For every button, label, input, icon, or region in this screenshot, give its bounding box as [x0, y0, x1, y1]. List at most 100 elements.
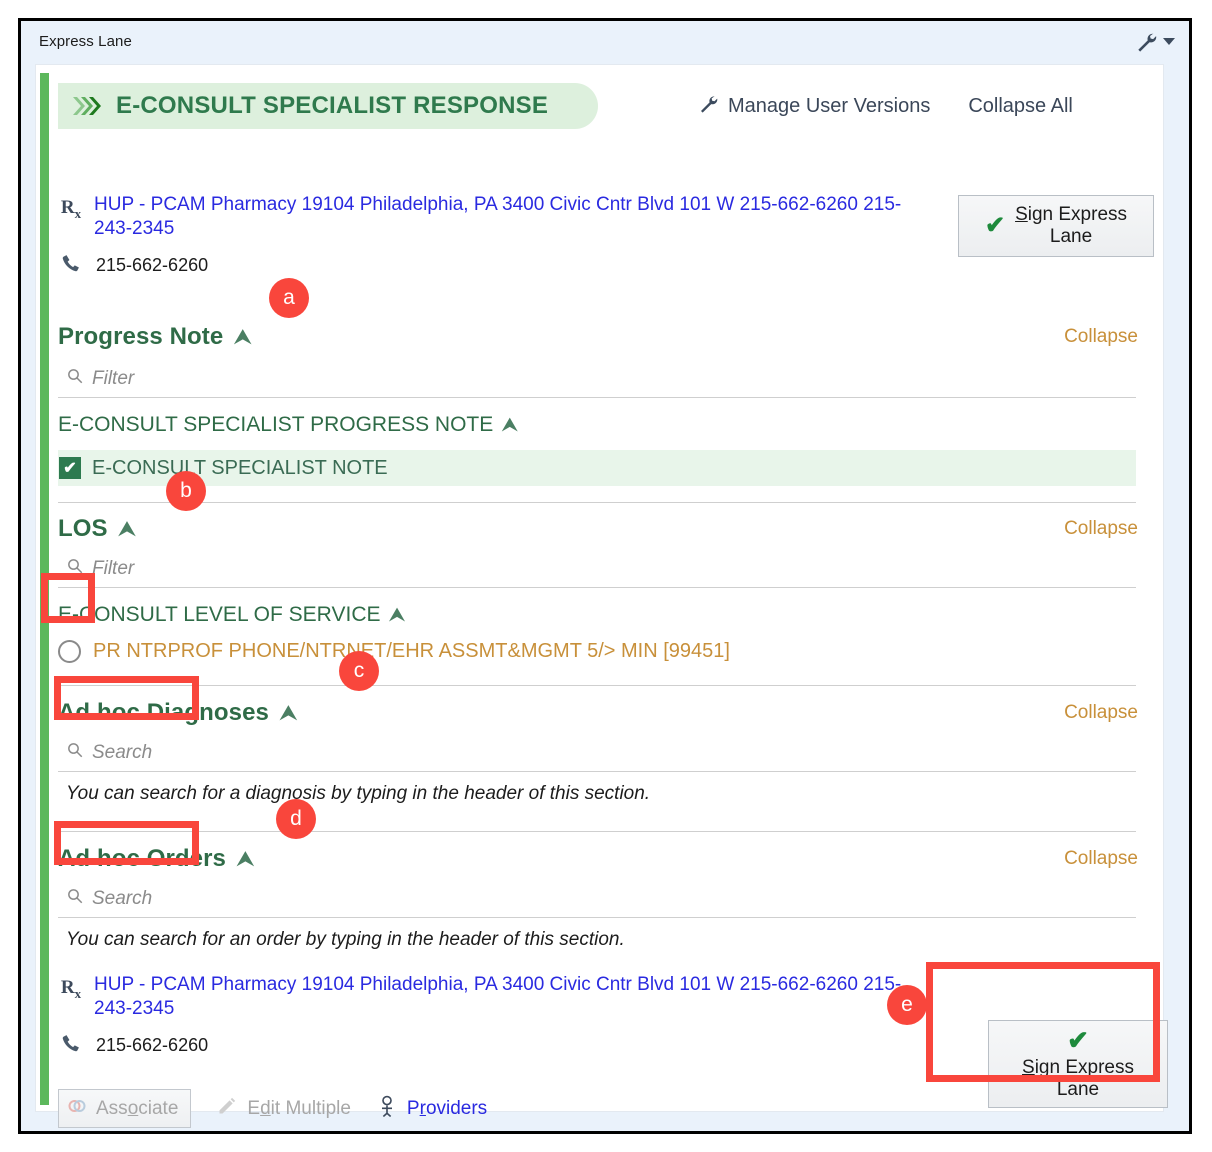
- associate-button[interactable]: Associate: [58, 1089, 192, 1128]
- express-lane-content: E-CONSULT SPECIALIST RESPONSE Manage Use…: [58, 65, 1168, 1128]
- checkbox-checked-icon[interactable]: ✔: [59, 457, 81, 479]
- window-titlebar: Express Lane: [21, 21, 1189, 64]
- banner-title: E-CONSULT SPECIALIST RESPONSE: [116, 92, 549, 119]
- section-title-ad-hoc-orders: Ad hoc Orders: [58, 845, 226, 872]
- express-lane-panel: E-CONSULT SPECIALIST RESPONSE Manage Use…: [35, 64, 1168, 1128]
- pharmacy-block-bottom: Rx HUP - PCAM Pharmacy 19104 Philadelphi…: [58, 973, 924, 1058]
- hint-ad-hoc-orders: You can search for an order by typing in…: [66, 929, 625, 950]
- section-accent-bar: [40, 73, 49, 1105]
- double-chevron-right-icon: [72, 95, 106, 117]
- associate-icon: [67, 1096, 87, 1121]
- note-row-e-consult-specialist-note[interactable]: ✔ E-CONSULT SPECIALIST NOTE: [58, 450, 1136, 486]
- sign-express-lane-button-bottom[interactable]: ✔ Sign Express Lane: [988, 1020, 1168, 1108]
- manage-user-versions-button[interactable]: Manage User Versions: [698, 93, 930, 119]
- section-header-ad-hoc-diagnoses: Ad hoc Diagnoses ⮝ Collapse: [58, 699, 1148, 727]
- search-icon: [66, 887, 84, 910]
- sub-header-progress-note: E-CONSULT SPECIALIST PROGRESS NOTE ⮝: [58, 413, 518, 437]
- chevron-up-icon[interactable]: ⮝: [236, 848, 255, 870]
- search-placeholder-ad-hoc-diagnoses: Search: [92, 741, 153, 763]
- pharmacy-row: Rx HUP - PCAM Pharmacy 19104 Philadelphi…: [58, 973, 924, 1021]
- pharmacy-phone-row: 215-662-6260: [58, 1033, 924, 1058]
- pharmacy-block-top: Rx HUP - PCAM Pharmacy 19104 Philadelphi…: [58, 193, 924, 278]
- annotation-badge-a: a: [269, 278, 309, 318]
- providers-button[interactable]: Providers: [377, 1095, 487, 1122]
- express-lane-window: Express Lane E-CONSULT SPECIALIST RESPON…: [18, 18, 1192, 1134]
- search-icon: [66, 367, 84, 390]
- wrench-icon: [1135, 30, 1157, 52]
- section-header-progress-note: Progress Note ⮝ Collapse: [58, 323, 1148, 351]
- section-title-progress-note: Progress Note: [58, 323, 224, 350]
- pharmacy-row: Rx HUP - PCAM Pharmacy 19104 Philadelphi…: [58, 193, 924, 241]
- check-icon: ✔: [1067, 1025, 1089, 1056]
- filter-input-los[interactable]: Filter: [66, 557, 134, 580]
- section-header-ad-hoc-orders: Ad hoc Orders ⮝ Collapse: [58, 845, 1148, 873]
- window-title: Express Lane: [39, 33, 132, 50]
- divider: [58, 685, 1136, 686]
- search-icon: [66, 741, 84, 764]
- annotation-badge-e: e: [887, 985, 927, 1025]
- collapse-all-button[interactable]: Collapse All: [968, 95, 1073, 118]
- section-banner: E-CONSULT SPECIALIST RESPONSE: [58, 83, 598, 129]
- chevron-up-icon[interactable]: ⮝: [279, 702, 298, 724]
- radio-row-label: PR NTRPROF PHONE/NTRNET/EHR ASSMT&MGMT 5…: [93, 640, 730, 662]
- filter-input-progress-note[interactable]: Filter: [66, 367, 134, 390]
- search-input-ad-hoc-orders[interactable]: Search: [66, 887, 152, 910]
- rx-icon: Rx: [60, 197, 82, 221]
- annotation-badge-d: d: [276, 799, 316, 839]
- chevron-up-icon[interactable]: ⮝: [233, 326, 252, 348]
- radio-row-level-of-service[interactable]: PR NTRPROF PHONE/NTRNET/EHR ASSMT&MGMT 5…: [58, 640, 730, 663]
- pharmacy-phone: 215-662-6260: [96, 254, 209, 275]
- filter-placeholder-los: Filter: [92, 557, 135, 579]
- hint-ad-hoc-diagnoses: You can search for a diagnosis by typing…: [66, 783, 651, 804]
- phone-icon: [58, 1033, 84, 1058]
- pharmacy-link[interactable]: HUP - PCAM Pharmacy 19104 Philadelphia, …: [94, 973, 924, 1021]
- search-placeholder-ad-hoc-orders: Search: [92, 887, 153, 909]
- divider: [58, 587, 1136, 588]
- collapse-link-ad-hoc-diagnoses[interactable]: Collapse: [1064, 702, 1138, 724]
- section-title-los: LOS: [58, 515, 108, 542]
- chevron-up-icon[interactable]: ⮝: [118, 518, 137, 540]
- filter-placeholder-progress-note: Filter: [92, 367, 135, 389]
- associate-label: Associate: [96, 1097, 179, 1119]
- collapse-link-los[interactable]: Collapse: [1064, 518, 1138, 540]
- divider: [58, 502, 1136, 503]
- divider: [58, 397, 1136, 398]
- pharmacy-link[interactable]: HUP - PCAM Pharmacy 19104 Philadelphia, …: [94, 193, 924, 241]
- rx-icon: Rx: [60, 977, 82, 1001]
- sub-header-label: E-CONSULT LEVEL OF SERVICE: [58, 603, 381, 626]
- section-title-ad-hoc-diagnoses: Ad hoc Diagnoses: [58, 699, 269, 726]
- sign-express-lane-label-top: Sign Express Lane: [1015, 204, 1128, 247]
- radio-unchecked-icon[interactable]: [58, 640, 81, 663]
- chevron-up-icon[interactable]: ⮝: [389, 605, 406, 625]
- chevron-down-icon: [1163, 37, 1175, 45]
- edit-multiple-label: Edit Multiple: [247, 1097, 351, 1119]
- chevron-up-icon[interactable]: ⮝: [501, 415, 518, 435]
- pharmacy-phone: 215-662-6260: [96, 1034, 209, 1055]
- sign-express-lane-button-top[interactable]: ✔ Sign Express Lane: [958, 195, 1154, 257]
- annotation-badge-b: b: [166, 471, 206, 511]
- search-icon: [66, 557, 84, 580]
- edit-multiple-button[interactable]: Edit Multiple: [217, 1096, 351, 1121]
- sub-header-los: E-CONSULT LEVEL OF SERVICE ⮝: [58, 603, 406, 627]
- window-tools-menu[interactable]: [1135, 30, 1175, 52]
- search-input-ad-hoc-diagnoses[interactable]: Search: [66, 741, 152, 764]
- divider: [58, 831, 1136, 832]
- manage-user-versions-label: Manage User Versions: [728, 94, 931, 117]
- sign-express-lane-label-bottom: Sign Express Lane: [1022, 1057, 1134, 1100]
- collapse-link-progress-note[interactable]: Collapse: [1064, 326, 1138, 348]
- person-icon: [377, 1095, 397, 1122]
- annotation-badge-c: c: [339, 651, 379, 691]
- wrench-icon: [698, 93, 718, 119]
- pencil-icon: [217, 1096, 237, 1121]
- section-header-los: LOS ⮝ Collapse: [58, 515, 1148, 543]
- sub-header-label: E-CONSULT SPECIALIST PROGRESS NOTE: [58, 413, 494, 436]
- footer-action-bar: Associate Edit Multiple Providers: [58, 1089, 487, 1128]
- collapse-link-ad-hoc-orders[interactable]: Collapse: [1064, 848, 1138, 870]
- note-row-label: E-CONSULT SPECIALIST NOTE: [92, 456, 388, 479]
- divider: [58, 917, 1136, 918]
- pharmacy-phone-row: 215-662-6260: [58, 253, 924, 278]
- banner-actions: Manage User Versions Collapse All: [698, 83, 1073, 129]
- providers-label: Providers: [406, 1097, 488, 1119]
- divider: [58, 771, 1136, 772]
- check-icon: ✔: [984, 212, 1006, 239]
